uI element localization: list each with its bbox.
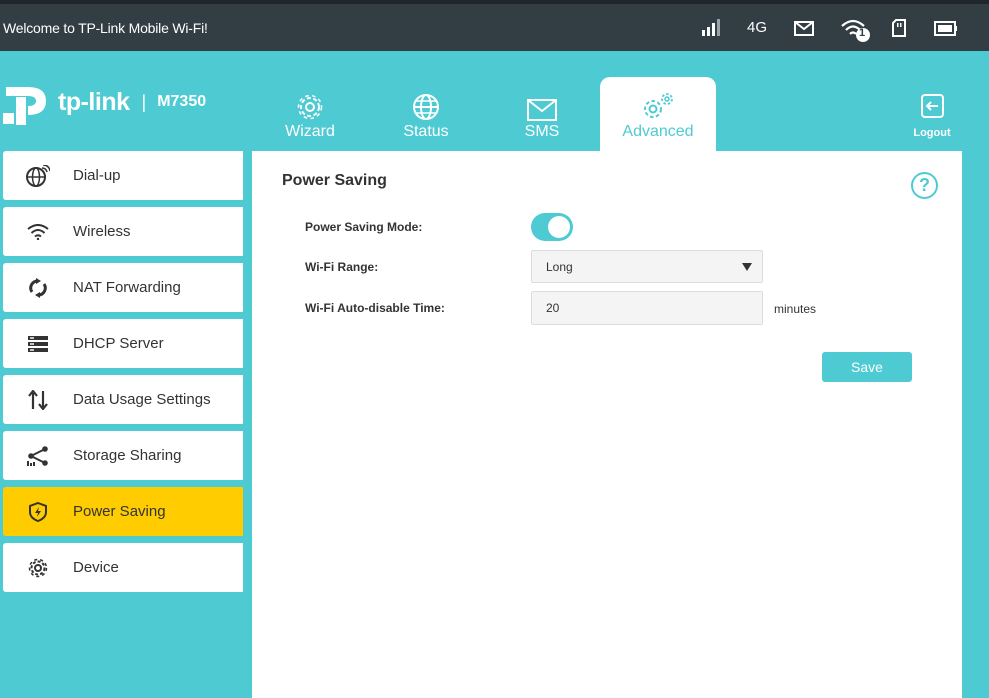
mail-icon (484, 89, 600, 121)
mail-icon[interactable] (794, 21, 814, 36)
power-saving-mode-label: Power Saving Mode: (305, 220, 423, 234)
page-title: Power Saving (282, 172, 387, 189)
sidebar-item-dial-up[interactable]: Dial-up (3, 151, 243, 200)
nat-arrows-icon (3, 277, 73, 298)
network-type: 4G (747, 19, 768, 36)
wifi-range-value: Long (546, 260, 573, 274)
up-down-arrows-icon (3, 389, 73, 410)
tab-label: Wizard (285, 123, 335, 140)
sidebar-item-label: Storage Sharing (73, 447, 182, 464)
signal-icon (702, 19, 721, 36)
power-saving-mode-toggle[interactable] (531, 213, 573, 241)
sidebar-item-storage-sharing[interactable]: Storage Sharing (3, 431, 243, 480)
brand-name: tp-link (58, 87, 130, 116)
wifi-range-label: Wi-Fi Range: (305, 260, 379, 274)
tab-sms[interactable]: SMS (484, 77, 600, 151)
wifi-icon: 1 (840, 18, 872, 42)
sidebar-item-label: NAT Forwarding (73, 279, 181, 296)
auto-disable-time-label: Wi-Fi Auto-disable Time: (305, 301, 445, 315)
tp-link-logo: tp-link | M7350 (2, 77, 206, 127)
sidebar-item-data-usage-settings[interactable]: Data Usage Settings (3, 375, 243, 424)
sidebar-item-label: Device (73, 559, 119, 576)
globe-icon (368, 89, 484, 121)
sidebar-item-label: Dial-up (73, 167, 121, 184)
tab-wizard[interactable]: Wizard (252, 77, 368, 151)
sd-card-icon (892, 19, 906, 37)
auto-disable-time-unit: minutes (774, 302, 817, 316)
sidebar-item-nat-forwarding[interactable]: NAT Forwarding (3, 263, 243, 312)
welcome-text: Welcome to TP-Link Mobile Wi-Fi! (3, 20, 208, 36)
battery-icon (934, 21, 958, 36)
wifi-client-count: 1 (859, 27, 866, 39)
logout-button[interactable]: Logout (912, 93, 952, 139)
tp-link-logo-icon (3, 87, 46, 125)
header: tp-link | M7350 Wizard Status SMS Advanc… (0, 51, 989, 151)
sidebar-item-wireless[interactable]: Wireless (3, 207, 243, 256)
main-content: Power Saving ? Power Saving Mode: Wi-Fi … (252, 151, 962, 698)
help-icon: ? (919, 175, 930, 195)
sidebar: Dial-up Wireless NAT Forwarding DHCP Ser… (3, 151, 243, 599)
tab-label: Advanced (622, 123, 694, 140)
toggle-knob (548, 216, 570, 238)
sidebar-item-label: DHCP Server (73, 335, 164, 352)
shield-bolt-icon (3, 501, 73, 522)
help-button[interactable]: ? (911, 172, 938, 199)
wifi-icon (3, 223, 73, 240)
logout-icon (919, 93, 945, 124)
auto-disable-time-input[interactable] (531, 291, 763, 325)
caret-down-icon (742, 263, 752, 271)
sidebar-item-dhcp-server[interactable]: DHCP Server (3, 319, 243, 368)
dialup-globe-icon (3, 164, 73, 187)
sidebar-item-label: Wireless (73, 223, 131, 240)
gears-icon (600, 89, 716, 121)
top-status-bar: Welcome to TP-Link Mobile Wi-Fi! 4G 1 (0, 0, 989, 51)
tab-label: Status (403, 123, 449, 140)
tab-advanced[interactable]: Advanced (600, 77, 716, 151)
share-icon (3, 445, 73, 466)
wifi-range-select[interactable]: Long (531, 250, 763, 283)
server-icon (3, 335, 73, 352)
sidebar-item-power-saving[interactable]: Power Saving (3, 487, 243, 536)
gear-icon (3, 558, 73, 578)
sidebar-item-label: Power Saving (73, 503, 166, 520)
save-button[interactable]: Save (822, 352, 912, 382)
brand-separator: | (141, 91, 147, 112)
logout-label: Logout (913, 127, 951, 139)
tab-status[interactable]: Status (368, 77, 484, 151)
tab-label: SMS (524, 123, 560, 140)
gear-icon (252, 89, 368, 121)
sidebar-item-label: Data Usage Settings (73, 391, 211, 408)
sidebar-item-device[interactable]: Device (3, 543, 243, 592)
device-model: M7350 (157, 93, 207, 110)
